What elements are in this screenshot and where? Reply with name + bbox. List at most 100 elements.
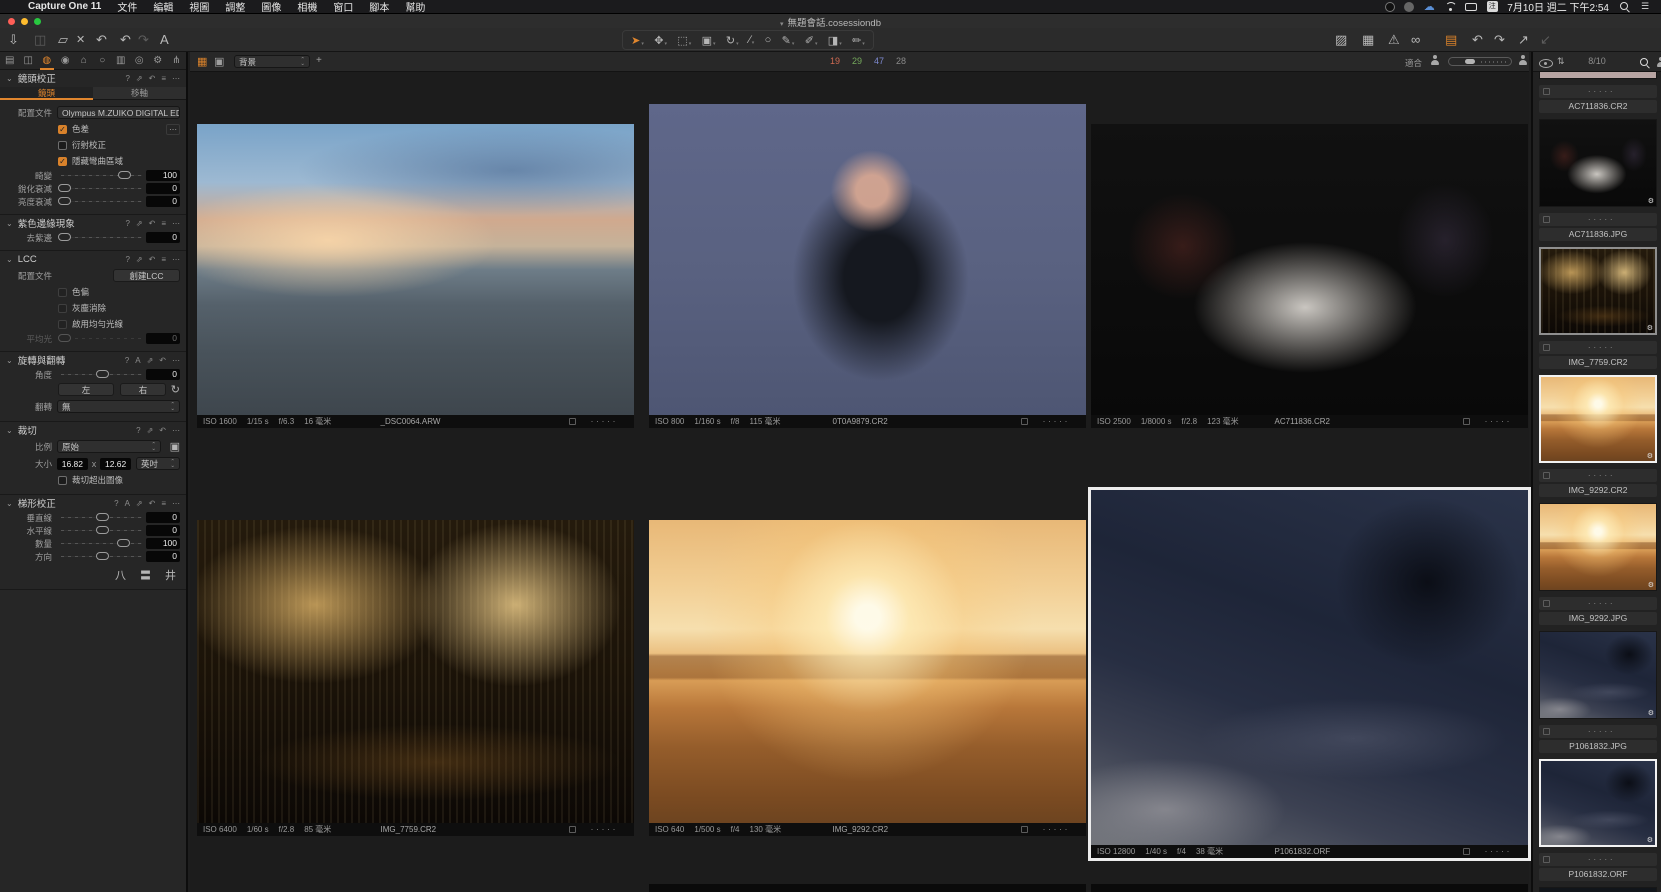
annotate-tool[interactable]: ✏▾ (852, 34, 865, 47)
photo-studio-portrait[interactable] (649, 104, 1086, 415)
help-icon[interactable]: ? (114, 499, 118, 508)
wifi-icon[interactable] (1444, 2, 1456, 11)
rating-dots[interactable]: ····· (1588, 728, 1616, 735)
presets-icon[interactable]: ≡ (161, 219, 166, 228)
hide-distorted-areas-checkbox[interactable]: ✓ (58, 157, 67, 166)
menubar-clock[interactable]: 7月10日 週二 下午2:54 (1507, 0, 1609, 14)
copy-apply-icon[interactable]: ⇗ (147, 356, 154, 365)
tab-output-icon[interactable]: ⚙ (152, 55, 164, 66)
menu-scripts[interactable]: 腳本 (369, 0, 389, 14)
cloud-status-icon[interactable]: ☁ (1423, 1, 1435, 12)
sharpness-falloff-value[interactable]: 0 (146, 183, 180, 194)
menu-adjustments[interactable]: 調整 (225, 0, 245, 14)
more-icon[interactable]: ⋯ (172, 499, 180, 508)
photo-martial-arts[interactable] (1091, 124, 1528, 415)
crop-unit-select[interactable]: 英吋⌃⌄ (136, 457, 180, 470)
thumb-night-temple-orf[interactable]: ⚙ (1539, 759, 1657, 847)
menu-view[interactable]: 視圖 (189, 0, 209, 14)
filmstrip-item[interactable]: ⚙ ····· AC711836.JPG (1539, 119, 1657, 241)
next-row-image-top[interactable] (649, 884, 1086, 892)
filmstrip-item[interactable]: ····· AC711836.CR2 (1539, 72, 1657, 113)
diffraction-checkbox[interactable] (58, 141, 67, 150)
color-tag-checkbox[interactable] (1543, 600, 1550, 607)
select-cursor-tool[interactable]: ➤▾ (631, 34, 644, 47)
thumb-sunset-dancer-jpg[interactable]: ⚙ (1539, 503, 1657, 591)
input-method-icon[interactable]: 注 (1487, 1, 1498, 12)
help-icon[interactable]: ? (136, 426, 140, 435)
presets-icon[interactable]: ≡ (161, 255, 166, 264)
filmstrip-item[interactable]: ⚙ ····· IMG_9292.CR2 (1539, 375, 1657, 497)
photo-night-temple[interactable] (1091, 490, 1528, 845)
copy-apply-icon[interactable]: ⇗ (136, 74, 143, 83)
crop-tool[interactable]: ▣▾ (702, 34, 716, 47)
collapse-chevron-icon[interactable]: ⌄ (6, 255, 13, 264)
reset-icon[interactable]: ↶ (149, 74, 156, 83)
thumbnail-zoom-slider[interactable] (1448, 57, 1512, 66)
reset-icon[interactable]: ↶ (159, 356, 166, 365)
menu-window[interactable]: 窗口 (333, 0, 353, 14)
color-tag-checkbox[interactable] (1463, 848, 1470, 855)
collapse-chevron-icon[interactable]: ⌄ (6, 499, 13, 508)
help-icon[interactable]: ? (125, 356, 129, 365)
tethered-capture-icon[interactable]: ◫ (34, 31, 46, 48)
copy-apply-icon[interactable]: ⇗ (147, 426, 154, 435)
redo-icon[interactable]: ↷ (138, 31, 149, 48)
keystone-aspect-slider[interactable] (61, 556, 142, 557)
more-icon[interactable]: ⋯ (172, 219, 180, 228)
rating-dots[interactable]: ····· (591, 826, 619, 833)
tab-adjustments-icon[interactable]: ▥ (115, 55, 127, 66)
undo2-icon[interactable]: ↶ (120, 31, 131, 48)
color-tag-checkbox[interactable] (1543, 216, 1550, 223)
copy-apply-icon[interactable]: ⇗ (136, 219, 143, 228)
filmstrip-item[interactable]: ⚙ ····· P1061832.ORF (1539, 759, 1657, 881)
reset-icon[interactable]: ↶ (149, 499, 156, 508)
filmstrip-item[interactable]: ⚙ ····· IMG_7759.CR2 (1539, 247, 1657, 369)
more-icon[interactable]: ⋯ (172, 255, 180, 264)
rating-dots[interactable]: ····· (1485, 418, 1513, 425)
new-variant-icon[interactable]: ▤ (1445, 31, 1457, 48)
uniform-light-checkbox[interactable] (58, 320, 67, 329)
tab-library-icon[interactable]: ▤ (4, 55, 16, 66)
auto-adjust-icon[interactable]: A (135, 356, 140, 365)
collapse-chevron-icon[interactable]: ⌄ (6, 219, 13, 228)
pan-tool[interactable]: ✥▾ (654, 34, 667, 47)
grid-view-icon[interactable]: ▦ (197, 55, 207, 68)
copy-apply-icon[interactable]: ⇗ (136, 499, 143, 508)
filmstrip-item[interactable] (1539, 887, 1657, 892)
keystone-aspect-value[interactable]: 0 (146, 551, 180, 562)
pick-color-tool[interactable]: ✐▾ (805, 34, 818, 47)
crop-ratio-select[interactable]: 原始⌃⌄ (57, 440, 161, 453)
tab-lens[interactable]: 鏡頭 (0, 87, 93, 100)
focus-loupe-icon[interactable]: ∞ (1411, 31, 1420, 48)
keystone-horizontal-slider[interactable] (61, 530, 142, 531)
reset-icon[interactable]: ↶ (149, 255, 156, 264)
thumb-night-temple-jpg[interactable]: ⚙ (1539, 631, 1657, 719)
presets-icon[interactable]: ≡ (161, 74, 166, 83)
crop-width-field[interactable]: 16.82 (57, 458, 88, 470)
more-icon[interactable]: ⋯ (172, 356, 180, 365)
keystone-amount-value[interactable]: 100 (146, 538, 180, 549)
angle-slider[interactable] (61, 374, 142, 375)
zoom-fit-select[interactable]: 適合 (1405, 57, 1422, 69)
tab-capture-icon[interactable]: ◫ (23, 55, 35, 66)
tab-batch-icon[interactable]: ⋔ (171, 55, 183, 66)
dust-removal-checkbox[interactable] (58, 304, 67, 313)
help-icon[interactable]: ? (125, 74, 129, 83)
grid-cell[interactable]: ISO 6400 1/60 s f/2.8 85 毫米 IMG_7759.CR2… (197, 520, 634, 836)
grid-cell[interactable]: ISO 1600 1/15 s f/6.3 16 毫米 _DSC0064.ARW… (197, 124, 634, 428)
filmstrip-item[interactable]: ⚙ ····· P1061832.JPG (1539, 631, 1657, 753)
keystone-vertical-button[interactable]: 八 (115, 567, 126, 583)
grid-cell[interactable]: ISO 2500 1/8000 s f/2.8 123 毫米 AC711836.… (1091, 124, 1528, 428)
thumb-partial-bottom[interactable] (1539, 887, 1657, 892)
distortion-value[interactable]: 100 (146, 170, 180, 181)
color-tag-checkbox[interactable] (1543, 472, 1550, 479)
add-album-icon[interactable]: + (316, 55, 322, 66)
status-app-icon[interactable] (1385, 2, 1395, 12)
flip-select[interactable]: 無⌃⌄ (57, 400, 180, 413)
menu-help[interactable]: 幫助 (405, 0, 425, 14)
status-app2-icon[interactable] (1404, 2, 1414, 12)
menu-edit[interactable]: 編輯 (153, 0, 173, 14)
auto-adjust-icon[interactable]: A (125, 499, 130, 508)
uniform-light-slider[interactable] (61, 338, 142, 339)
keystone-both-button[interactable]: 井 (165, 567, 176, 583)
